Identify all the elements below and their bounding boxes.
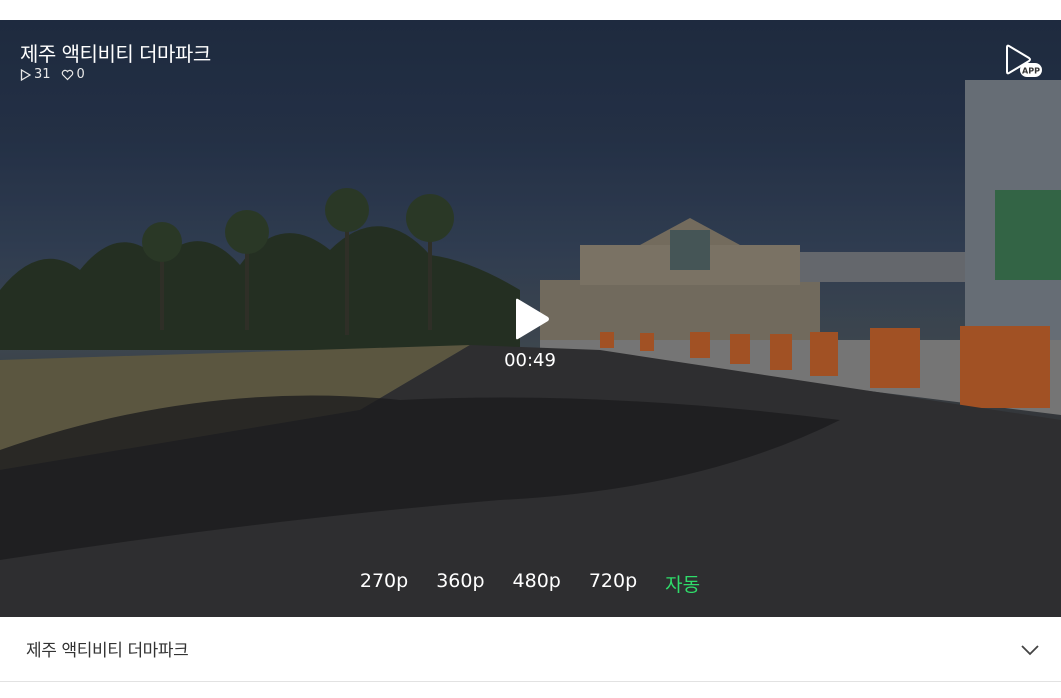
top-strip: [0, 0, 1061, 20]
video-stats: 31 0: [20, 67, 85, 82]
heart-outline-icon: [61, 69, 73, 80]
video-info-bar[interactable]: 제주 액티비티 더마파크: [0, 617, 1061, 682]
app-launch-icon: APP: [1006, 44, 1042, 77]
video-duration: 00:49: [504, 350, 556, 371]
quality-option-360p[interactable]: 360p: [436, 570, 484, 597]
play-count-value: 31: [34, 67, 51, 82]
info-title: 제주 액티비티 더마파크: [26, 641, 189, 661]
video-player[interactable]: 제주 액티비티 더마파크 31 0 APP 00:49 270p 360p 48…: [0, 20, 1061, 617]
expand-toggle-button[interactable]: [1016, 639, 1044, 661]
like-count-value: 0: [76, 67, 85, 82]
play-count: 31: [20, 67, 51, 82]
video-title: 제주 액티비티 더마파크: [20, 42, 211, 66]
app-launch-button[interactable]: APP: [1003, 44, 1043, 80]
play-outline-icon: [20, 68, 31, 81]
like-count: 0: [61, 67, 85, 82]
chevron-down-icon: [1021, 645, 1039, 656]
play-icon: [516, 298, 549, 340]
quality-option-480p[interactable]: 480p: [513, 570, 561, 597]
play-button[interactable]: [512, 296, 552, 342]
quality-option-270p[interactable]: 270p: [360, 570, 408, 597]
quality-selector: 270p 360p 480p 720p 자동: [350, 570, 710, 597]
quality-option-auto[interactable]: 자동: [665, 570, 700, 597]
quality-option-720p[interactable]: 720p: [589, 570, 637, 597]
app-badge-label: APP: [1022, 67, 1040, 76]
